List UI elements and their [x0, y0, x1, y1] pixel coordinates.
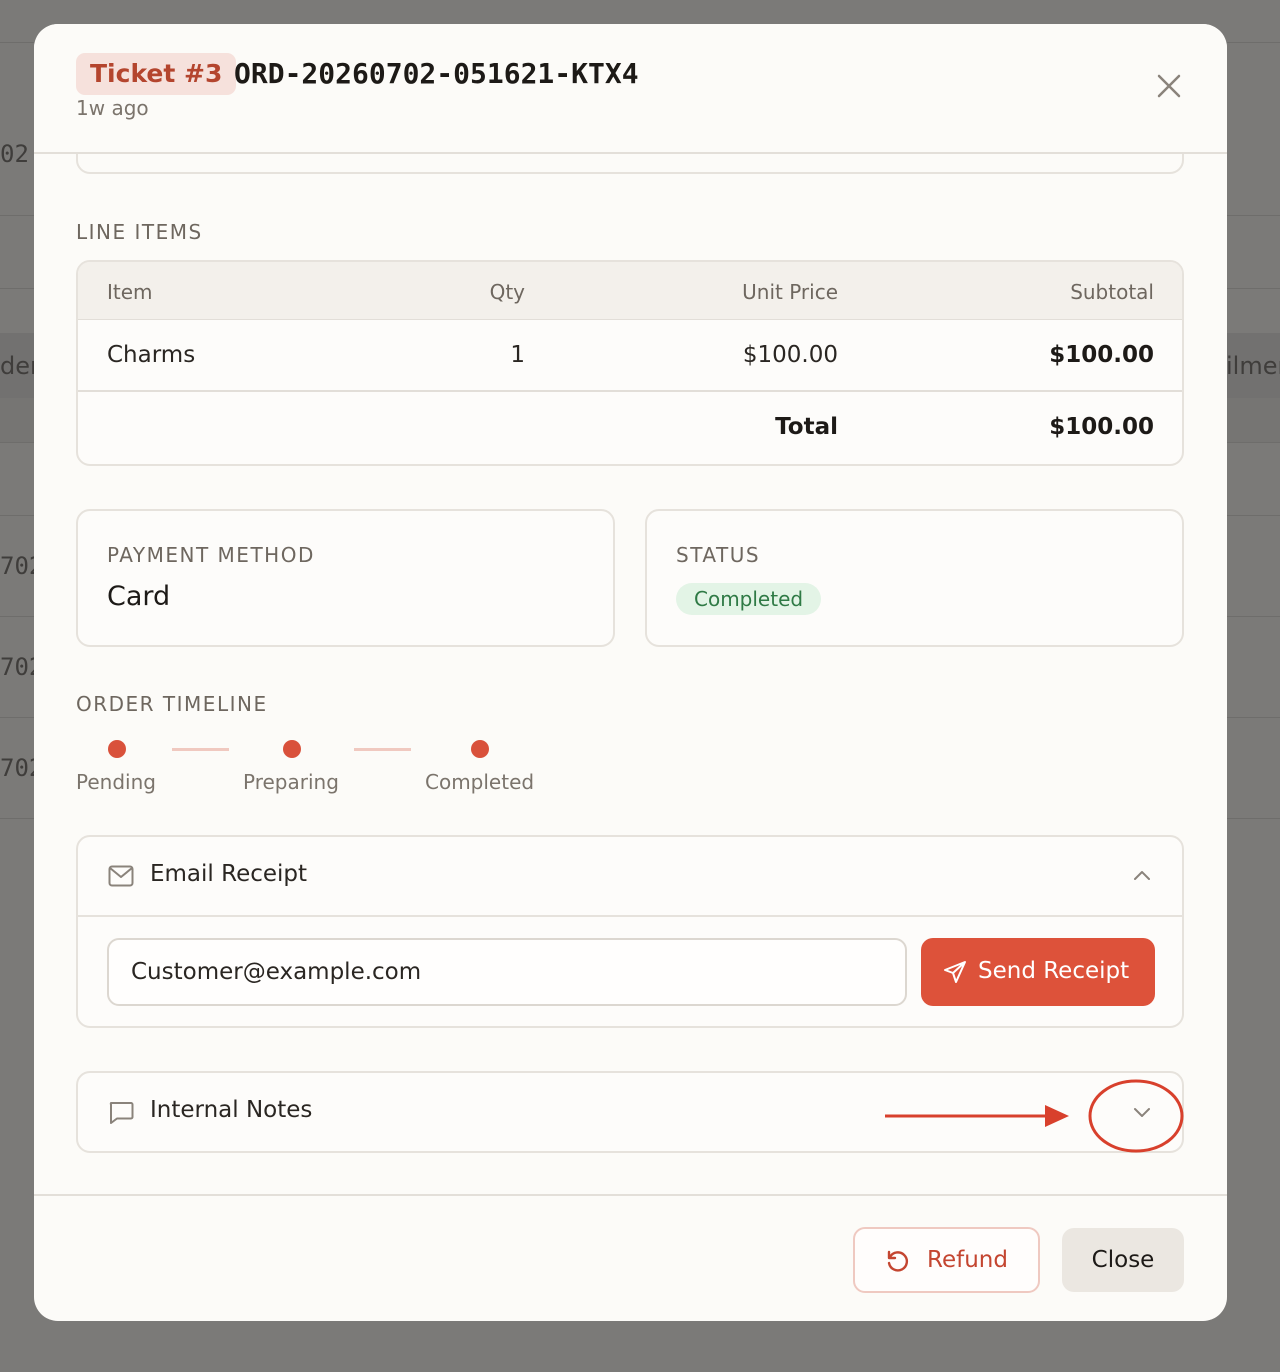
send-icon: [944, 961, 966, 983]
bg-fragment: ilmer: [1226, 352, 1280, 380]
chevron-up-icon[interactable]: [1132, 866, 1152, 886]
item-name: Charms: [107, 342, 196, 368]
payment-method-value: Card: [107, 581, 171, 612]
table-row: Charms 1 $100.00 $100.00: [78, 320, 1182, 392]
timeline-step-pending: Pending: [76, 770, 156, 794]
column-header-subtotal: Subtotal: [1070, 280, 1154, 304]
timeline-connector: [354, 748, 411, 751]
modal-header: Ticket #3 ORD-20260702-051621-KTX4 1w ag…: [34, 24, 1227, 154]
bg-fragment: 02: [0, 140, 29, 168]
column-header-item: Item: [107, 280, 153, 304]
order-detail-modal: Ticket #3 ORD-20260702-051621-KTX4 1w ag…: [34, 24, 1227, 1321]
email-input[interactable]: [107, 938, 907, 1006]
timeline-dot: [283, 740, 301, 758]
internal-notes-section: Internal Notes: [76, 1071, 1184, 1153]
total-label: Total: [775, 414, 838, 440]
column-header-unit-price: Unit Price: [742, 280, 838, 304]
order-timeline: Pending Preparing Completed: [76, 734, 596, 804]
comment-icon: [108, 1101, 134, 1124]
email-receipt-header[interactable]: Email Receipt: [78, 837, 1182, 915]
refund-label: Refund: [927, 1247, 1008, 1273]
chevron-down-icon[interactable]: [1132, 1102, 1152, 1122]
refund-button[interactable]: Refund: [853, 1227, 1040, 1293]
email-receipt-section: Email Receipt Send Receipt: [76, 835, 1184, 1028]
internal-notes-title: Internal Notes: [150, 1097, 313, 1123]
time-ago: 1w ago: [76, 96, 149, 120]
total-value: $100.00: [1049, 414, 1154, 440]
modal-body: LINE ITEMS Item Qty Unit Price Subtotal …: [34, 134, 1227, 1194]
timeline-connector: [172, 748, 229, 751]
internal-notes-header[interactable]: Internal Notes: [78, 1073, 1182, 1151]
undo-icon: [887, 1250, 909, 1272]
order-id: ORD-20260702-051621-KTX4: [234, 57, 639, 90]
close-icon[interactable]: [1155, 72, 1183, 100]
close-button[interactable]: Close: [1062, 1228, 1184, 1292]
payment-method-card: PAYMENT METHOD Card: [76, 509, 615, 647]
status-label: STATUS: [676, 543, 761, 567]
line-items-label: LINE ITEMS: [76, 220, 203, 244]
table-total-row: Total $100.00: [78, 392, 1182, 464]
status-card: STATUS Completed: [645, 509, 1184, 647]
line-items-table: Item Qty Unit Price Subtotal Charms 1 $1…: [76, 260, 1184, 466]
order-timeline-label: ORDER TIMELINE: [76, 692, 268, 716]
email-receipt-title: Email Receipt: [150, 861, 308, 887]
timeline-step-preparing: Preparing: [243, 770, 339, 794]
email-receipt-body: Send Receipt: [78, 915, 1182, 1026]
timeline-dot: [108, 740, 126, 758]
ticket-badge: Ticket #3: [76, 53, 237, 95]
send-receipt-button[interactable]: Send Receipt: [921, 938, 1155, 1006]
send-receipt-label: Send Receipt: [978, 958, 1130, 984]
table-header: Item Qty Unit Price Subtotal: [78, 262, 1182, 320]
timeline-step-completed: Completed: [425, 770, 535, 794]
payment-method-label: PAYMENT METHOD: [107, 543, 315, 567]
item-unit-price: $100.00: [742, 342, 838, 368]
envelope-icon: [108, 865, 134, 887]
item-subtotal: $100.00: [1049, 342, 1154, 368]
item-qty: 1: [510, 342, 525, 368]
column-header-qty: Qty: [489, 280, 525, 304]
status-badge: Completed: [676, 583, 822, 615]
modal-footer: Refund Close: [34, 1194, 1227, 1321]
timeline-dot: [471, 740, 489, 758]
